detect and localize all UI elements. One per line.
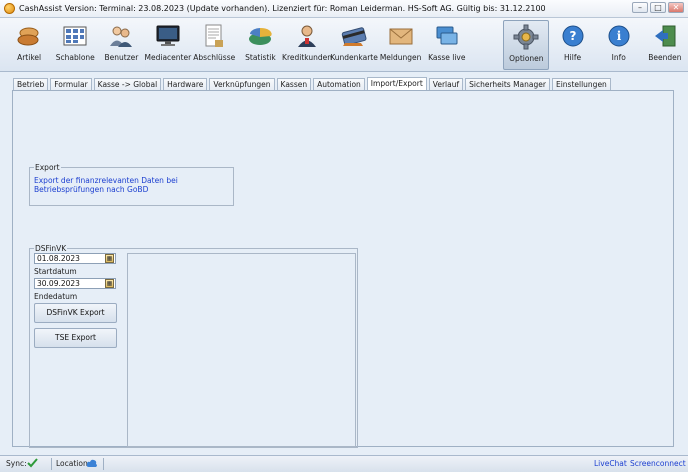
- svg-text:i: i: [616, 29, 621, 43]
- toolbar-label: Schablone: [55, 53, 95, 62]
- gobd-export-link[interactable]: Export der finanzrelevanten Daten bei Be…: [34, 176, 184, 194]
- app-logo-icon: [4, 3, 15, 14]
- toolbar-info-button[interactable]: i Info: [596, 20, 642, 70]
- grid-icon: [62, 23, 88, 49]
- toolbar-label: Benutzer: [104, 53, 139, 62]
- toolbar-label: Optionen: [509, 54, 544, 63]
- dsfinvk-export-button[interactable]: DSFinVK Export: [34, 303, 117, 323]
- toolbar-mediacenter-button[interactable]: Mediacenter: [144, 20, 192, 70]
- dsfinvk-group-legend: DSFinVK: [34, 244, 68, 253]
- toolbar-schablone-button[interactable]: Schablone: [52, 20, 98, 70]
- info-icon: i: [606, 23, 632, 49]
- tab-import-export[interactable]: Import/Export: [366, 77, 427, 91]
- chart-icon: [247, 23, 273, 49]
- monitor-icon: [155, 23, 181, 49]
- toolbar-label: Abschlüsse: [193, 53, 236, 62]
- toolbar-label: Kreditkunden: [282, 53, 333, 62]
- window-title: CashAssist Version: Terminal: 23.08.2023…: [19, 4, 546, 13]
- maximize-button[interactable]: □: [650, 2, 666, 13]
- status-separator: [103, 458, 104, 470]
- livechat-link[interactable]: LiveChat: [594, 459, 627, 468]
- status-bar: Sync: Location: LiveChat Screenconnect: [0, 455, 688, 472]
- envelope-icon: [388, 23, 414, 49]
- document-icon: [201, 23, 227, 49]
- toolbar-label: Meldungen: [379, 53, 422, 62]
- toolbar-label: Hilfe: [564, 53, 582, 62]
- window-controls: – □ ✕: [632, 2, 684, 13]
- register-icon: [434, 23, 460, 49]
- start-date-input[interactable]: 01.08.2023 ▦: [34, 253, 116, 264]
- end-date-input[interactable]: 30.09.2023 ▦: [34, 278, 116, 289]
- toolbar-label: Beenden: [648, 53, 682, 62]
- card-icon: [341, 23, 367, 49]
- main-toolbar: Artikel Schablone Benutzer Mediacenter A…: [0, 18, 688, 72]
- toolbar-label: Kasse live: [428, 53, 466, 62]
- sync-label: Sync:: [6, 459, 27, 468]
- svg-text:?: ?: [569, 29, 576, 43]
- export-group-legend: Export: [34, 163, 61, 172]
- help-icon: ?: [560, 23, 586, 49]
- toolbar-label: Info: [611, 53, 626, 62]
- export-group: Export Export der finanzrelevanten Daten…: [29, 163, 234, 206]
- start-date-value: 01.08.2023: [37, 254, 80, 263]
- toolbar-label: Mediacenter: [144, 53, 192, 62]
- toolbar-optionen-button[interactable]: Optionen: [503, 20, 550, 70]
- gear-icon: [513, 24, 539, 50]
- toolbar-artikel-button[interactable]: Artikel: [6, 20, 52, 70]
- minimize-button[interactable]: –: [632, 2, 648, 13]
- bread-icon: [16, 23, 42, 49]
- toolbar-abschluesse-button[interactable]: Abschlüsse: [191, 20, 237, 70]
- end-date-value: 30.09.2023: [37, 279, 80, 288]
- cloud-icon: [86, 458, 98, 470]
- export-log-box: [127, 253, 356, 447]
- exit-icon: [652, 23, 678, 49]
- toolbar-label: Kundenkarte: [330, 53, 378, 62]
- toolbar-label: Artikel: [17, 53, 42, 62]
- toolbar-hilfe-button[interactable]: ? Hilfe: [549, 20, 595, 70]
- customer-icon: [294, 23, 320, 49]
- title-bar: CashAssist Version: Terminal: 23.08.2023…: [0, 0, 688, 18]
- toolbar-benutzer-button[interactable]: Benutzer: [98, 20, 144, 70]
- checkmark-icon: [27, 457, 38, 470]
- status-separator: [51, 458, 52, 470]
- calendar-icon[interactable]: ▦: [105, 279, 114, 288]
- toolbar-statistik-button[interactable]: Statistik: [237, 20, 283, 70]
- users-icon: [108, 23, 134, 49]
- toolbar-kundenkarte-button[interactable]: Kundenkarte: [330, 20, 378, 70]
- end-date-label: Endedatum: [34, 292, 78, 301]
- toolbar-beenden-button[interactable]: Beenden: [642, 20, 688, 70]
- close-button[interactable]: ✕: [668, 2, 684, 13]
- start-date-label: Startdatum: [34, 267, 77, 276]
- toolbar-kasse-live-button[interactable]: Kasse live: [424, 20, 470, 70]
- tse-export-button[interactable]: TSE Export: [34, 328, 117, 348]
- toolbar-kreditkunden-button[interactable]: Kreditkunden: [282, 20, 333, 70]
- toolbar-meldungen-button[interactable]: Meldungen: [378, 20, 424, 70]
- toolbar-label: Statistik: [245, 53, 276, 62]
- calendar-icon[interactable]: ▦: [105, 254, 114, 263]
- screenconnect-link[interactable]: Screenconnect: [630, 459, 686, 468]
